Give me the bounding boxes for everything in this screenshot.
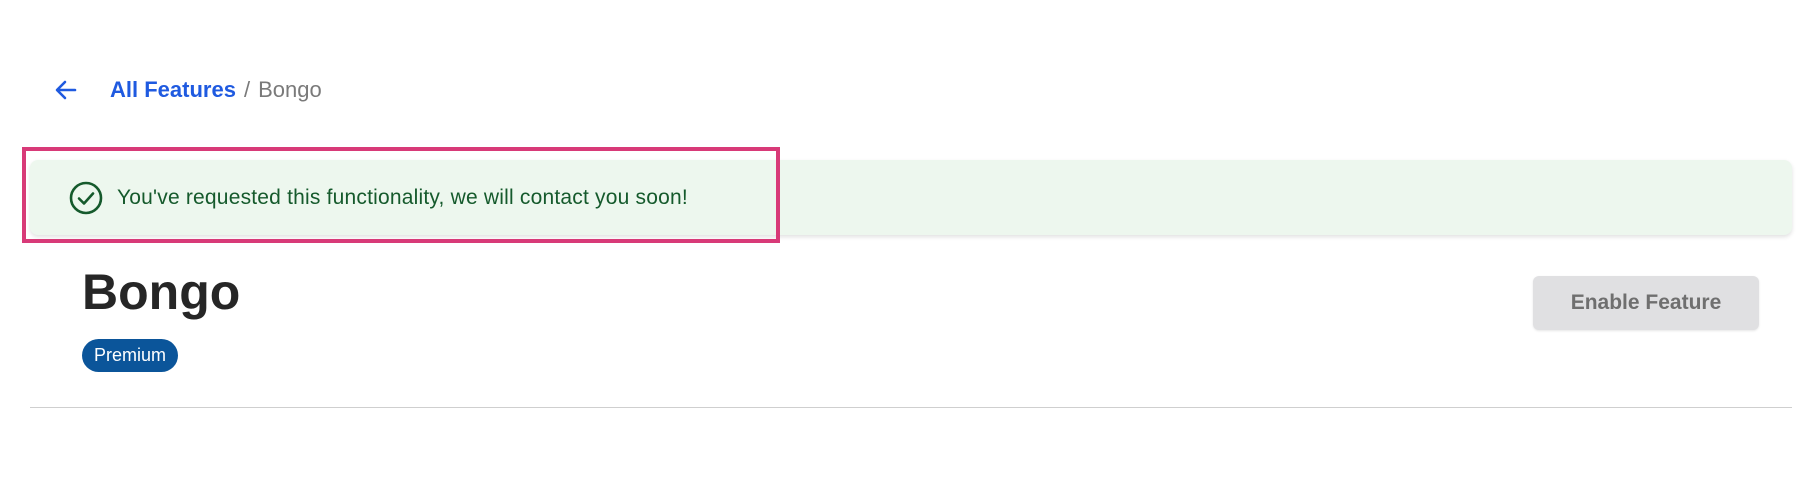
alert-message: You've requested this functionality, we … <box>117 185 688 209</box>
premium-badge: Premium <box>82 339 179 372</box>
breadcrumb-row: All Features / Bongo <box>52 70 322 110</box>
back-button[interactable] <box>52 76 80 104</box>
divider <box>30 407 1792 408</box>
arrow-left-icon <box>55 80 77 100</box>
enable-feature-button[interactable]: Enable Feature <box>1533 276 1759 330</box>
check-circle-icon <box>69 181 103 215</box>
breadcrumb-current: Bongo <box>258 77 322 102</box>
success-alert: You've requested this functionality, we … <box>30 160 1792 235</box>
breadcrumb: All Features / Bongo <box>110 77 322 103</box>
breadcrumb-link-all-features[interactable]: All Features <box>110 77 236 103</box>
breadcrumb-separator: / <box>243 77 251 102</box>
page-title: Bongo <box>82 264 241 320</box>
